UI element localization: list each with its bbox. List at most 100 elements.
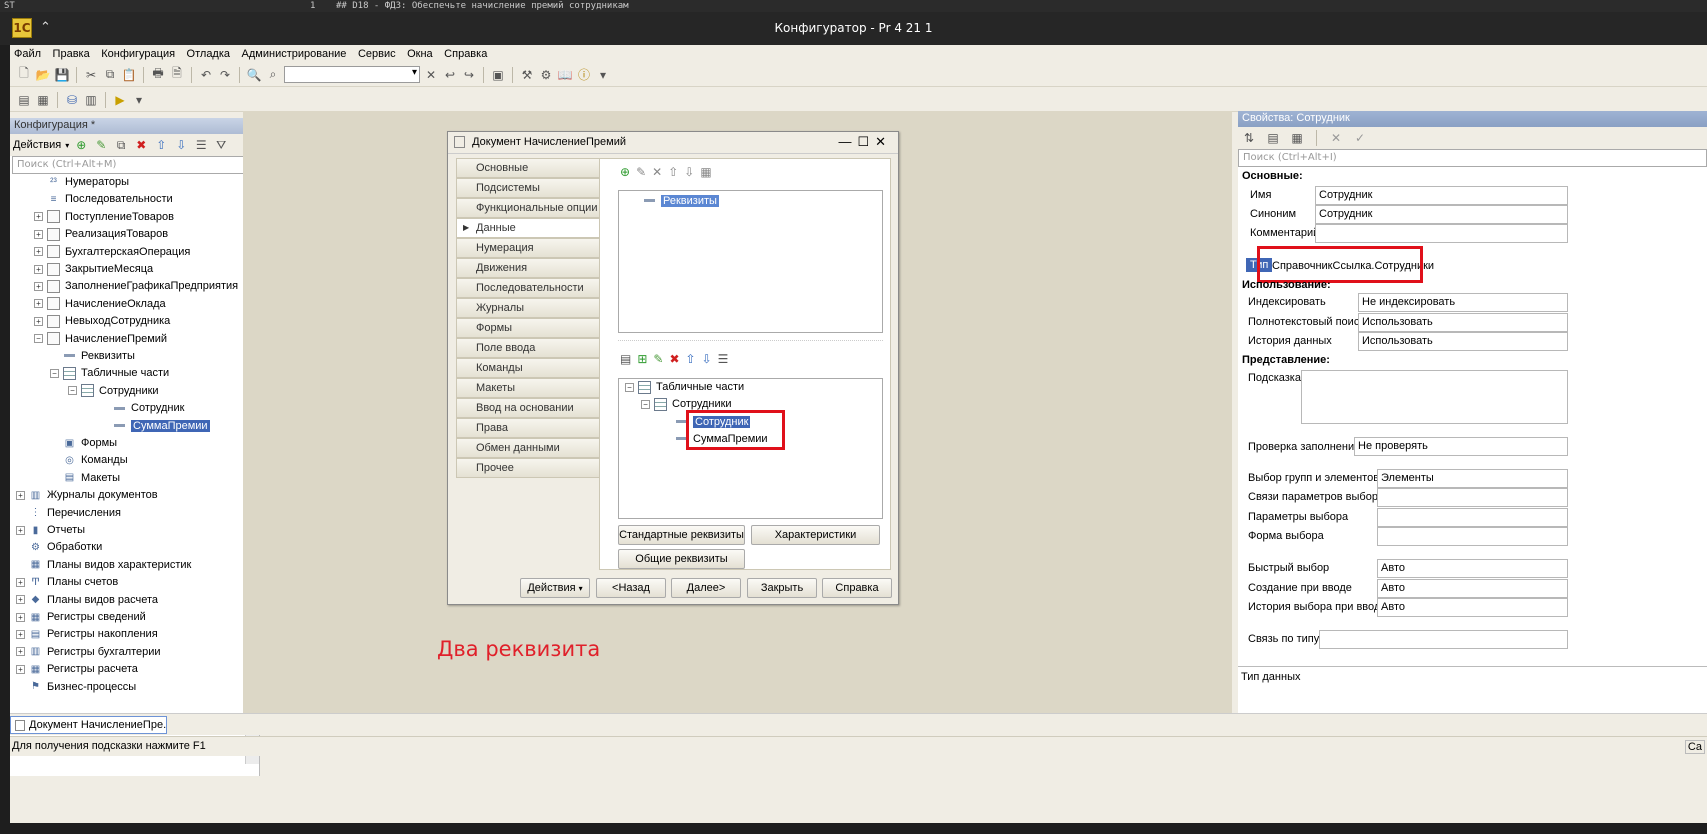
expand-toggle-icon[interactable]: + bbox=[34, 316, 43, 326]
tree-item[interactable]: ⚙ Обработки bbox=[16, 539, 102, 556]
reference-icon[interactable]: 📖 bbox=[557, 67, 573, 83]
params-field[interactable] bbox=[1377, 508, 1568, 527]
nav-tab[interactable]: Движения bbox=[456, 258, 600, 278]
tree-item[interactable]: СуммаПремии bbox=[100, 418, 210, 435]
add-column-icon[interactable]: ⊞ bbox=[637, 352, 647, 366]
move-down-icon[interactable]: ⇩ bbox=[173, 137, 189, 153]
tree-item[interactable]: + Ͳ Планы счетов bbox=[16, 574, 118, 591]
tree-item[interactable]: + ▮ Отчеты bbox=[16, 522, 85, 539]
open-icon[interactable]: 📂 bbox=[35, 67, 51, 83]
print-icon[interactable]: 🖶 bbox=[150, 66, 166, 83]
expand-toggle-icon[interactable]: − bbox=[68, 386, 77, 396]
minimize-icon[interactable]: — bbox=[838, 134, 857, 149]
expand-toggle-icon[interactable]: + bbox=[34, 229, 43, 239]
paste-icon[interactable]: 📋 bbox=[121, 67, 137, 83]
expand-toggle-icon[interactable]: + bbox=[16, 664, 25, 674]
nav-tab[interactable]: Нумерация bbox=[456, 238, 600, 258]
expand-toggle-icon[interactable]: + bbox=[16, 612, 25, 622]
find-icon[interactable]: 🔍 bbox=[246, 67, 262, 83]
links-field[interactable] bbox=[1377, 488, 1568, 507]
move-up-icon[interactable]: ⇧ bbox=[686, 352, 696, 366]
tree-item[interactable]: Сотрудник bbox=[100, 400, 184, 417]
expand-toggle-icon[interactable]: + bbox=[34, 299, 43, 309]
expand-toggle-icon[interactable]: − bbox=[50, 368, 59, 378]
create-field[interactable]: Авто bbox=[1377, 579, 1568, 598]
nav-tab[interactable]: Формы bbox=[456, 318, 600, 338]
copy-icon[interactable]: ⧉ bbox=[102, 67, 118, 83]
add-icon[interactable]: ⊕ bbox=[73, 137, 89, 153]
sort-icon[interactable]: ▦ bbox=[700, 165, 711, 179]
nav-tab[interactable]: Функциональные опции bbox=[456, 198, 600, 218]
expand-toggle-icon[interactable]: + bbox=[16, 595, 25, 605]
expand-toggle-icon[interactable]: + bbox=[16, 647, 25, 657]
tree-item[interactable]: ▤ Макеты bbox=[50, 470, 120, 487]
menu-windows[interactable]: Окна bbox=[403, 45, 437, 60]
tree-item[interactable]: + ◆ Планы видов расчета bbox=[16, 592, 158, 609]
close-icon[interactable]: ✕ bbox=[875, 134, 892, 149]
tree-item[interactable]: ◎ Команды bbox=[50, 452, 127, 469]
window-icon[interactable]: ▣ bbox=[490, 67, 506, 83]
help-button[interactable]: Справка bbox=[822, 578, 892, 598]
nav-tab[interactable]: Ввод на основании bbox=[456, 398, 600, 418]
characteristics-button[interactable]: Характеристики bbox=[751, 525, 880, 545]
groups-field[interactable]: Элементы bbox=[1377, 469, 1568, 488]
expand-toggle-icon[interactable]: + bbox=[16, 629, 25, 639]
delete-icon[interactable]: ✖ bbox=[133, 137, 149, 153]
nav-tab[interactable]: Подсистемы bbox=[456, 178, 600, 198]
add-icon[interactable]: ⊕ bbox=[620, 165, 630, 179]
nav-tab[interactable]: Журналы bbox=[456, 298, 600, 318]
group-main[interactable]: Основные: bbox=[1242, 170, 1303, 182]
hint-field[interactable] bbox=[1301, 370, 1568, 424]
tree-item[interactable]: + ▥ Журналы документов bbox=[16, 487, 158, 504]
redo-icon[interactable]: ↷ bbox=[217, 67, 233, 83]
menu-debug[interactable]: Отладка bbox=[183, 45, 234, 60]
nav-tab[interactable]: Прочее bbox=[456, 458, 600, 478]
cut-icon[interactable]: ✂ bbox=[83, 67, 99, 83]
config-tree-icon[interactable]: ▤ bbox=[16, 92, 32, 108]
expand-toggle-icon[interactable]: + bbox=[16, 490, 25, 500]
filter-icon[interactable]: ▦ bbox=[1289, 130, 1305, 146]
find-next-icon[interactable]: ↪ bbox=[461, 67, 477, 83]
fulltext-field[interactable]: Использовать bbox=[1358, 313, 1568, 332]
attributes-root-item[interactable]: Реквизиты bbox=[661, 195, 719, 207]
actions-button[interactable]: Действия ▾ bbox=[520, 578, 590, 598]
edit-icon[interactable]: ✎ bbox=[636, 165, 646, 179]
sort-alpha-icon[interactable]: ⇅ bbox=[1241, 130, 1257, 146]
quick-field[interactable]: Авто bbox=[1377, 559, 1568, 578]
run-debug-icon[interactable]: ▶ bbox=[112, 92, 128, 108]
properties-search-input[interactable]: Поиск (Ctrl+Alt+I) bbox=[1238, 149, 1707, 167]
nav-tab[interactable]: Права bbox=[456, 418, 600, 438]
new-icon[interactable]: 🗋 bbox=[16, 66, 32, 83]
collapse-icon[interactable]: − bbox=[641, 399, 650, 409]
tree-item[interactable]: + РеализацияТоваров bbox=[34, 226, 168, 243]
tree-item[interactable]: + БухгалтерскаяОперация bbox=[34, 244, 190, 261]
edit-icon[interactable]: ✎ bbox=[653, 352, 663, 366]
menu-administration[interactable]: Администрирование bbox=[238, 45, 351, 60]
delete-icon[interactable]: ✕ bbox=[652, 165, 662, 179]
update-db-icon[interactable]: ⛁ bbox=[64, 92, 80, 108]
menu-file[interactable]: Файл bbox=[10, 45, 45, 60]
table-view-icon[interactable]: ▥ bbox=[83, 92, 99, 108]
tree-item[interactable]: + ЗаполнениеГрафикаПредприятия bbox=[34, 278, 238, 295]
clear-icon[interactable]: ✕ bbox=[423, 67, 439, 83]
comment-field[interactable] bbox=[1315, 224, 1568, 243]
tree-item[interactable]: ²³ Нумераторы bbox=[34, 174, 129, 191]
cancel-icon[interactable]: ✕ bbox=[1328, 130, 1344, 146]
tree-item[interactable]: + ▦ Регистры расчета bbox=[16, 661, 138, 678]
tree-item[interactable]: ⋮ Перечисления bbox=[16, 505, 121, 522]
nav-tab[interactable]: Поле ввода bbox=[456, 338, 600, 358]
tree-item[interactable]: + НачислениеОклада bbox=[34, 296, 166, 313]
attributes-list[interactable]: Реквизиты bbox=[618, 190, 883, 333]
standard-attributes-button[interactable]: Стандартные реквизиты bbox=[618, 525, 745, 545]
tree-item[interactable]: + ▥ Регистры бухгалтерии bbox=[16, 644, 161, 661]
index-field[interactable]: Не индексировать bbox=[1358, 293, 1568, 312]
tree-item[interactable]: + ПоступлениеТоваров bbox=[34, 209, 174, 226]
expand-toggle-icon[interactable]: + bbox=[34, 281, 43, 291]
tree-item[interactable]: − НачислениеПремий bbox=[34, 331, 167, 348]
tabular-child-item[interactable]: Сотрудники bbox=[672, 398, 732, 410]
nav-tab[interactable]: Макеты bbox=[456, 378, 600, 398]
form-field[interactable] bbox=[1377, 527, 1568, 546]
sort-icon[interactable]: ☰ bbox=[718, 352, 729, 366]
menu-configuration[interactable]: Конфигурация bbox=[97, 45, 179, 60]
nav-tab[interactable]: Данные bbox=[456, 218, 600, 238]
